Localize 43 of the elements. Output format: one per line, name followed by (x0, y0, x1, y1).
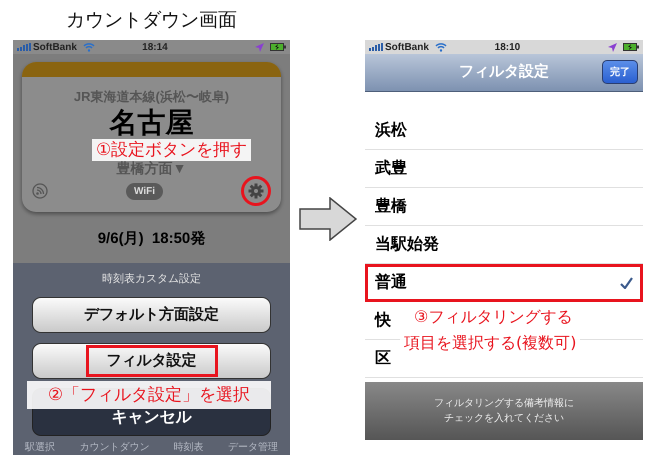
departure-time: 9/6(月) 18:50発 (96, 229, 206, 249)
clock-time: 18:14 (142, 40, 169, 54)
wifi-icon (82, 42, 95, 52)
wifi-icon (434, 42, 447, 52)
feed-icon (32, 183, 48, 199)
row-label: 武豊 (375, 158, 407, 178)
signal-icon (369, 43, 383, 51)
carrier-label: SoftBank (33, 40, 77, 54)
battery-icon (270, 43, 286, 51)
row-label: 普通 (375, 272, 407, 292)
done-button[interactable]: 完了 (602, 60, 638, 84)
annotation-line: ③フィルタリングする (413, 306, 574, 328)
hint-text: フィルタリングする備考情報に (434, 396, 574, 411)
sheet-button[interactable]: フィルタ設定 (32, 343, 271, 379)
row-label: 区 (375, 348, 391, 368)
checkmark-icon (620, 276, 633, 288)
station-name: 名古屋 (108, 108, 194, 138)
filter-row[interactable]: 浜松 (365, 112, 643, 150)
filter-row[interactable]: 当駅始発 (365, 226, 643, 264)
filter-row[interactable]: 豊橋 (365, 188, 643, 226)
right-arrow-icon (298, 197, 356, 241)
row-label: 浜松 (375, 120, 407, 140)
gear-icon (248, 183, 264, 199)
sheet-button[interactable]: デフォルト方面設定 (32, 297, 271, 333)
battery-icon (622, 43, 639, 51)
annotation-tooltip: ②「フィルタ設定」を選択 (27, 380, 271, 408)
hint-text: チェックを入れてください (444, 412, 564, 426)
clock-time: 18:10 (494, 40, 522, 54)
filter-row[interactable]: 普通 (365, 264, 643, 302)
annotation-label: ①設定ボタンを押す (92, 139, 252, 161)
row-label: 快 (375, 310, 391, 330)
screen-caption: カウントダウン画面 (65, 8, 238, 33)
sheet-title: 時刻表カスタム設定 (102, 272, 201, 286)
location-arrow-icon (608, 42, 617, 52)
row-label: 豊橋 (375, 196, 407, 216)
signal-icon (17, 43, 31, 51)
filter-row[interactable]: 武豊 (365, 150, 643, 188)
settings-button[interactable] (240, 176, 271, 206)
location-arrow-icon (254, 42, 264, 52)
row-label: 当駅始発 (375, 234, 439, 254)
carrier-label: SoftBank (385, 40, 429, 54)
wifi-badge: WiFi (126, 182, 163, 200)
nav-title: フィルタ設定 (459, 62, 549, 82)
